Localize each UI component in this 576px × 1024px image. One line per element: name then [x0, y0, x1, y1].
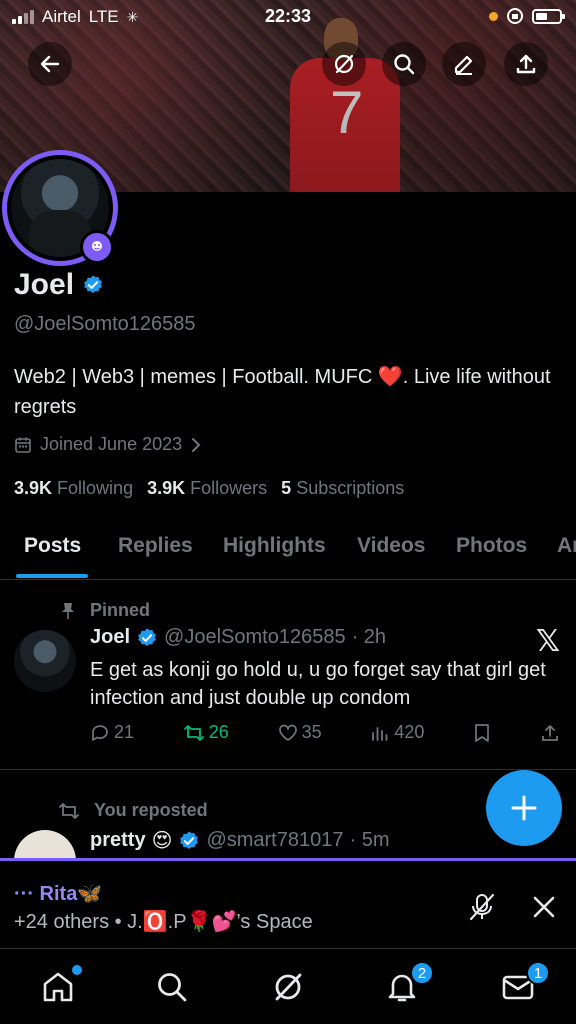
- tab-photos[interactable]: Photos: [456, 534, 527, 558]
- profile-name-row: Joel: [14, 268, 104, 302]
- pinned-post[interactable]: Pinned Joel @JoelSomto126585 · 2h 𝕏 E ge…: [0, 590, 576, 770]
- joined-date[interactable]: Joined June 2023: [14, 434, 202, 455]
- tab-articles[interactable]: Ar: [557, 534, 576, 558]
- share-icon: [542, 724, 558, 741]
- nav-messages[interactable]: 1: [498, 961, 550, 1007]
- bookmark-icon: [475, 723, 490, 742]
- post-actions: 21 26 35 420: [90, 722, 560, 743]
- repost-count: 26: [208, 722, 229, 742]
- plus-icon: [511, 795, 537, 821]
- repost-icon: [59, 802, 79, 819]
- grok-icon: [334, 54, 354, 74]
- home-icon: [43, 972, 73, 1002]
- orientation-lock-icon: [507, 8, 523, 24]
- mic-in-use-icon: [489, 11, 498, 21]
- mute-button[interactable]: [464, 889, 500, 925]
- search-button[interactable]: [382, 42, 426, 86]
- bookmark-button[interactable]: [473, 723, 491, 743]
- like-button[interactable]: 35: [278, 722, 322, 743]
- battery-icon: [532, 8, 565, 24]
- profile-handle: @JoelSomto126585: [14, 313, 196, 335]
- tab-replies[interactable]: Replies: [118, 534, 193, 558]
- profile-tabs: Posts Replies Highlights Videos Photos A…: [0, 524, 576, 580]
- verified-badge-icon: [180, 830, 199, 849]
- live-space-bar[interactable]: ··· Rita🦋 +24 others • J.🅾️.P🌹💕’s Space: [0, 858, 576, 948]
- profile-bio: Web2 | Web3 | memes | Football. MUFC ❤️.…: [14, 366, 551, 418]
- space-mic-icon: [92, 241, 102, 251]
- search-icon: [394, 54, 415, 75]
- repost-icon: [183, 724, 204, 741]
- like-icon: [278, 724, 297, 741]
- verified-badge-icon[interactable]: [82, 274, 104, 296]
- post-author-handle: @JoelSomto126585: [164, 626, 346, 648]
- tab-highlights[interactable]: Highlights: [223, 534, 326, 558]
- post-author-name[interactable]: Joel: [90, 626, 130, 649]
- view-count: 420: [394, 722, 425, 742]
- post-time: · 2h: [351, 626, 387, 648]
- reply-count: 21: [114, 722, 135, 742]
- share-post-button[interactable]: [540, 723, 560, 743]
- pin-icon: [62, 602, 74, 619]
- close-icon: [533, 896, 555, 918]
- post-context: You reposted: [58, 800, 208, 821]
- share-icon: [516, 54, 536, 74]
- post-author-emoji: 😍: [151, 830, 173, 852]
- search-icon: [158, 973, 187, 1002]
- views-icon: [372, 726, 388, 741]
- notifications-badge: 2: [410, 961, 434, 985]
- joined-label: Joined June 2023: [40, 434, 183, 454]
- active-tab-indicator: [16, 574, 88, 578]
- compose-post-button[interactable]: [486, 770, 562, 846]
- edit-icon: [454, 55, 473, 75]
- subscriptions-stat[interactable]: 5 Subscriptions: [281, 478, 404, 499]
- verified-badge-icon: [138, 627, 156, 646]
- live-space-badge[interactable]: [80, 230, 114, 264]
- grok-button[interactable]: [322, 42, 366, 86]
- share-profile-button[interactable]: [504, 42, 548, 86]
- nav-home[interactable]: [38, 965, 82, 1007]
- status-bar: Airtel LTE ✳ 22:33: [0, 0, 576, 34]
- post-author-name[interactable]: pretty: [90, 829, 146, 852]
- close-space-button[interactable]: [526, 889, 562, 925]
- tab-posts[interactable]: Posts: [24, 534, 81, 558]
- back-button[interactable]: [28, 42, 72, 86]
- following-stat[interactable]: 3.9K Following: [14, 478, 133, 499]
- bottom-navigation: 2 1: [0, 948, 576, 1024]
- views-button[interactable]: 420: [370, 722, 424, 743]
- post-time: · 5m: [349, 829, 390, 851]
- status-right: [489, 7, 565, 25]
- messages-badge: 1: [526, 961, 550, 985]
- grok-icon: [275, 973, 302, 1001]
- space-host: ··· Rita🦋: [14, 883, 103, 905]
- x-logo-icon[interactable]: 𝕏: [536, 624, 560, 659]
- reply-button[interactable]: 21: [90, 722, 134, 743]
- chevron-right-icon: [192, 437, 201, 452]
- nav-search[interactable]: [152, 967, 192, 1007]
- post-header: Joel @JoelSomto126585 · 2h: [90, 626, 386, 649]
- edit-button[interactable]: [442, 42, 486, 86]
- post-author-avatar[interactable]: [14, 630, 76, 692]
- nav-notifications[interactable]: 2: [382, 961, 434, 1007]
- back-arrow-icon: [40, 55, 60, 73]
- reply-icon: [92, 724, 108, 741]
- post-text: E get as konji go hold u, u go forget sa…: [90, 659, 546, 709]
- pinned-label: Pinned: [90, 600, 151, 620]
- nav-grok[interactable]: [268, 967, 308, 1007]
- reposted-label: You reposted: [94, 800, 208, 820]
- post-context: Pinned: [60, 600, 150, 621]
- space-subtitle: +24 others • J.🅾️.P🌹💕’s Space: [14, 911, 313, 933]
- mic-off-icon: [469, 893, 495, 921]
- post-header: pretty 😍 @smart781017 · 5m: [90, 828, 389, 853]
- profile-stats: 3.9K Following 3.9K Followers 5 Subscrip…: [14, 478, 404, 499]
- followers-stat[interactable]: 3.9K Followers: [147, 478, 267, 499]
- repost-button[interactable]: 26: [183, 722, 229, 743]
- tab-videos[interactable]: Videos: [357, 534, 425, 558]
- post-author-handle: @smart781017: [206, 829, 344, 851]
- profile-name: Joel: [14, 268, 75, 301]
- home-new-dot: [72, 965, 82, 975]
- like-count: 35: [301, 722, 322, 742]
- calendar-icon: [15, 437, 31, 453]
